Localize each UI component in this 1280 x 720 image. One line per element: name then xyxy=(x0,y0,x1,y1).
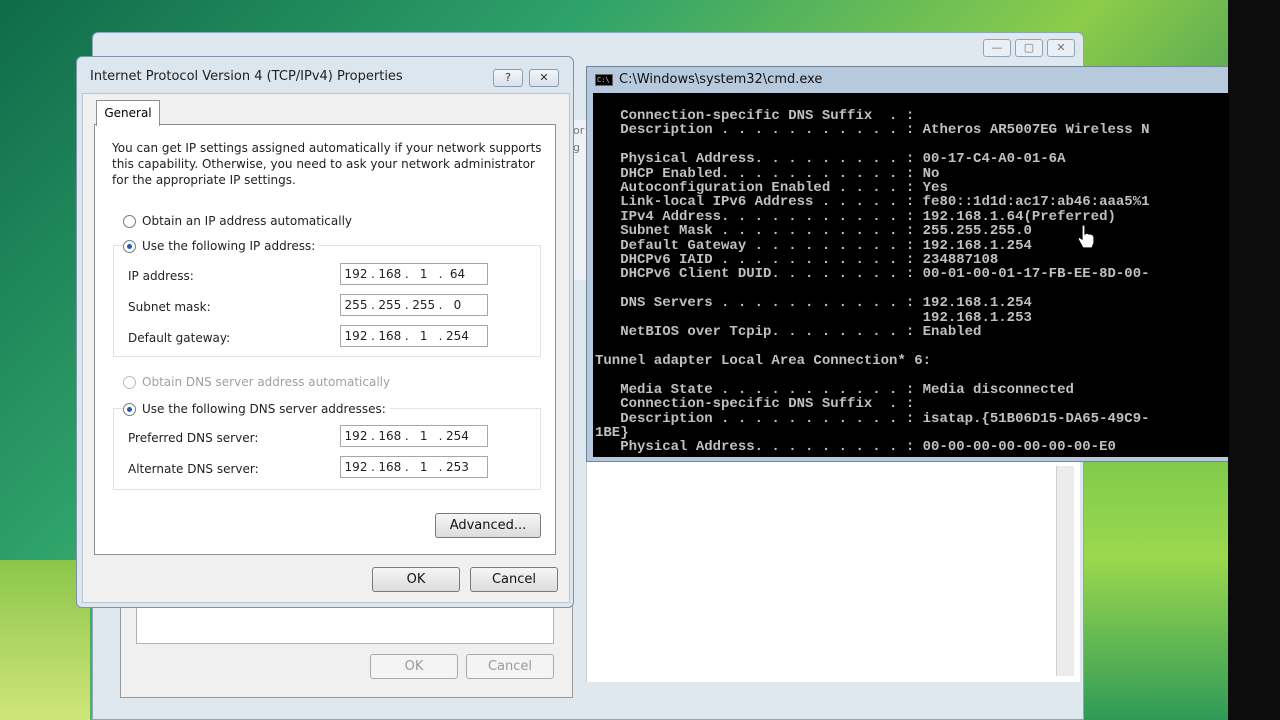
background-cancel-button[interactable]: Cancel xyxy=(466,654,554,679)
preferred-dns-input[interactable]: 192. 168. 1. 254 xyxy=(340,425,488,447)
ipv4-properties-dialog[interactable]: Internet Protocol Version 4 (TCP/IPv4) P… xyxy=(76,56,574,608)
background-side-fragment: or g xyxy=(573,120,587,280)
advanced-button[interactable]: Advanced... xyxy=(435,513,541,538)
use-following-dns-radio[interactable]: Use the following DNS server addresses: xyxy=(123,402,390,416)
dialog-title: Internet Protocol Version 4 (TCP/IPv4) P… xyxy=(90,69,403,84)
cmd-titlebar[interactable]: C:\ C:\Windows\system32\cmd.exe xyxy=(595,72,822,87)
background-content-area xyxy=(586,462,1080,682)
cancel-button[interactable]: Cancel xyxy=(470,567,558,592)
console-text: Connection-specific DNS Suffix . : Descr… xyxy=(595,108,1150,456)
dialog-body: General You can get IP settings assigned… xyxy=(82,93,570,603)
default-gateway-label: Default gateway: xyxy=(128,331,231,345)
close-icon[interactable]: ✕ xyxy=(1047,39,1075,57)
default-gateway-input[interactable]: 192. 168. 1. 254 xyxy=(340,325,488,347)
close-icon[interactable]: ✕ xyxy=(529,69,559,87)
general-tab-panel: You can get IP settings assigned automat… xyxy=(94,124,556,555)
tab-general[interactable]: General xyxy=(96,100,160,126)
radio-selected-icon[interactable] xyxy=(123,239,136,253)
radio-label: Obtain an IP address automatically xyxy=(142,214,353,228)
help-icon[interactable]: ? xyxy=(493,69,523,87)
obtain-dns-auto-radio[interactable]: Obtain DNS server address automatically xyxy=(123,375,390,389)
subnet-mask-label: Subnet mask: xyxy=(128,300,211,314)
dns-group: Preferred DNS server: 192. 168. 1. 254 A… xyxy=(113,408,541,490)
alternate-dns-label: Alternate DNS server: xyxy=(128,462,259,476)
ok-button[interactable]: OK xyxy=(372,567,460,592)
radio-selected-icon[interactable] xyxy=(123,402,136,416)
side-text: g xyxy=(573,141,580,154)
console-output[interactable]: Connection-specific DNS Suffix . : Descr… xyxy=(593,93,1229,457)
radio-icon[interactable] xyxy=(123,375,136,389)
cmd-window[interactable]: C:\ C:\Windows\system32\cmd.exe Connecti… xyxy=(586,66,1229,462)
cmd-title: C:\Windows\system32\cmd.exe xyxy=(619,72,823,87)
preferred-dns-label: Preferred DNS server: xyxy=(128,431,259,445)
side-text: or xyxy=(573,124,585,137)
ip-address-label: IP address: xyxy=(128,269,194,283)
background-caption-buttons: — ▢ ✕ xyxy=(983,39,1075,57)
subnet-mask-input[interactable]: 255. 255. 255. 0 xyxy=(340,294,488,316)
use-following-ip-radio[interactable]: Use the following IP address: xyxy=(123,239,320,253)
maximize-icon[interactable]: ▢ xyxy=(1015,39,1043,57)
alternate-dns-input[interactable]: 192. 168. 1. 253 xyxy=(340,456,488,478)
ip-address-input[interactable]: 192. 168. 1. 64 xyxy=(340,263,488,285)
hand-cursor-icon xyxy=(1077,224,1095,249)
minimize-icon[interactable]: — xyxy=(983,39,1011,57)
radio-label: Obtain DNS server address automatically xyxy=(142,375,391,389)
radio-label: Use the following DNS server addresses: xyxy=(142,402,386,416)
background-scrollbar[interactable] xyxy=(1056,466,1074,676)
black-edge xyxy=(1228,0,1280,720)
console-icon: C:\ xyxy=(595,73,613,86)
radio-label: Use the following IP address: xyxy=(142,239,316,253)
radio-icon[interactable] xyxy=(123,214,136,228)
intro-text: You can get IP settings assigned automat… xyxy=(112,141,542,187)
ip-address-group: IP address: 192. 168. 1. 64 Subnet mask:… xyxy=(113,245,541,357)
obtain-ip-auto-radio[interactable]: Obtain an IP address automatically xyxy=(123,214,352,228)
background-ok-button[interactable]: OK xyxy=(370,654,458,679)
